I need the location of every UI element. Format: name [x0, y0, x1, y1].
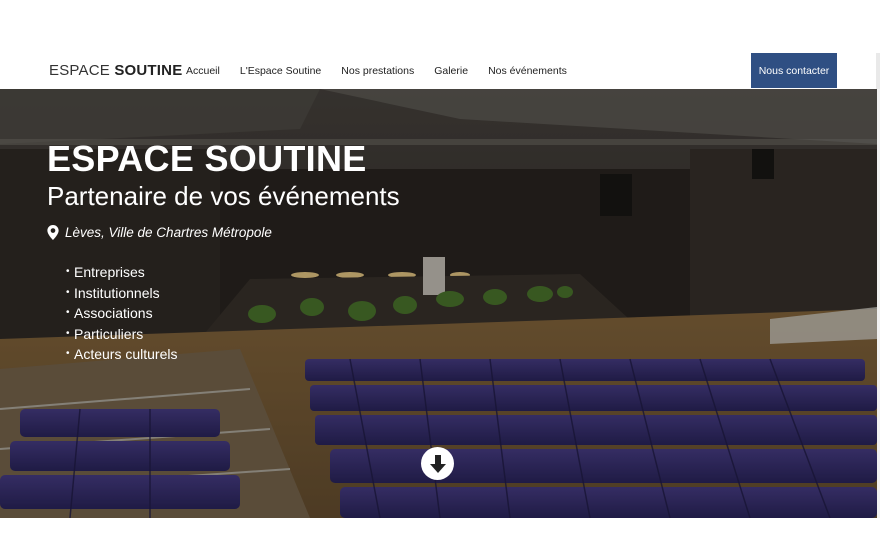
hero-banner: ESPACE SOUTINE Partenaire de vos événeme… — [0, 89, 877, 518]
brand-light: ESPACE — [49, 62, 110, 79]
audience-item: Acteurs culturels — [66, 344, 400, 365]
audience-item: Particuliers — [66, 324, 400, 345]
nav-link-espace-soutine[interactable]: L'Espace Soutine — [240, 65, 321, 77]
audience-item: Entreprises — [66, 262, 400, 283]
hero-title: ESPACE SOUTINE — [47, 139, 400, 179]
brand-logo[interactable]: ESPACE SOUTINE — [49, 62, 182, 79]
nav-links: Accueil L'Espace Soutine Nos prestations… — [186, 65, 587, 77]
hero-subtitle: Partenaire de vos événements — [47, 181, 400, 211]
nav-link-galerie[interactable]: Galerie — [434, 65, 468, 77]
audience-item: Associations — [66, 303, 400, 324]
top-navbar: ESPACE SOUTINE Accueil L'Espace Soutine … — [0, 53, 880, 89]
nav-link-evenements[interactable]: Nos événements — [488, 65, 567, 77]
nav-link-accueil[interactable]: Accueil — [186, 65, 220, 77]
nav-link-prestations[interactable]: Nos prestations — [341, 65, 414, 77]
scrollbar-edge — [876, 53, 880, 89]
location-text: Lèves, Ville de Chartres Métropole — [65, 225, 272, 240]
audience-list: Entreprises Institutionnels Associations… — [66, 262, 400, 365]
map-marker-icon — [47, 225, 59, 240]
audience-item: Institutionnels — [66, 283, 400, 304]
contact-button[interactable]: Nous contacter — [751, 53, 837, 88]
arrow-down-icon — [429, 454, 446, 473]
hero-content: ESPACE SOUTINE Partenaire de vos événeme… — [47, 139, 400, 365]
hero-title-light: ESPACE — [47, 138, 195, 179]
hero-location: Lèves, Ville de Chartres Métropole — [47, 225, 400, 240]
scroll-down-button[interactable] — [421, 447, 454, 480]
brand-bold: SOUTINE — [114, 62, 183, 79]
hero-title-bold: SOUTINE — [204, 138, 367, 179]
